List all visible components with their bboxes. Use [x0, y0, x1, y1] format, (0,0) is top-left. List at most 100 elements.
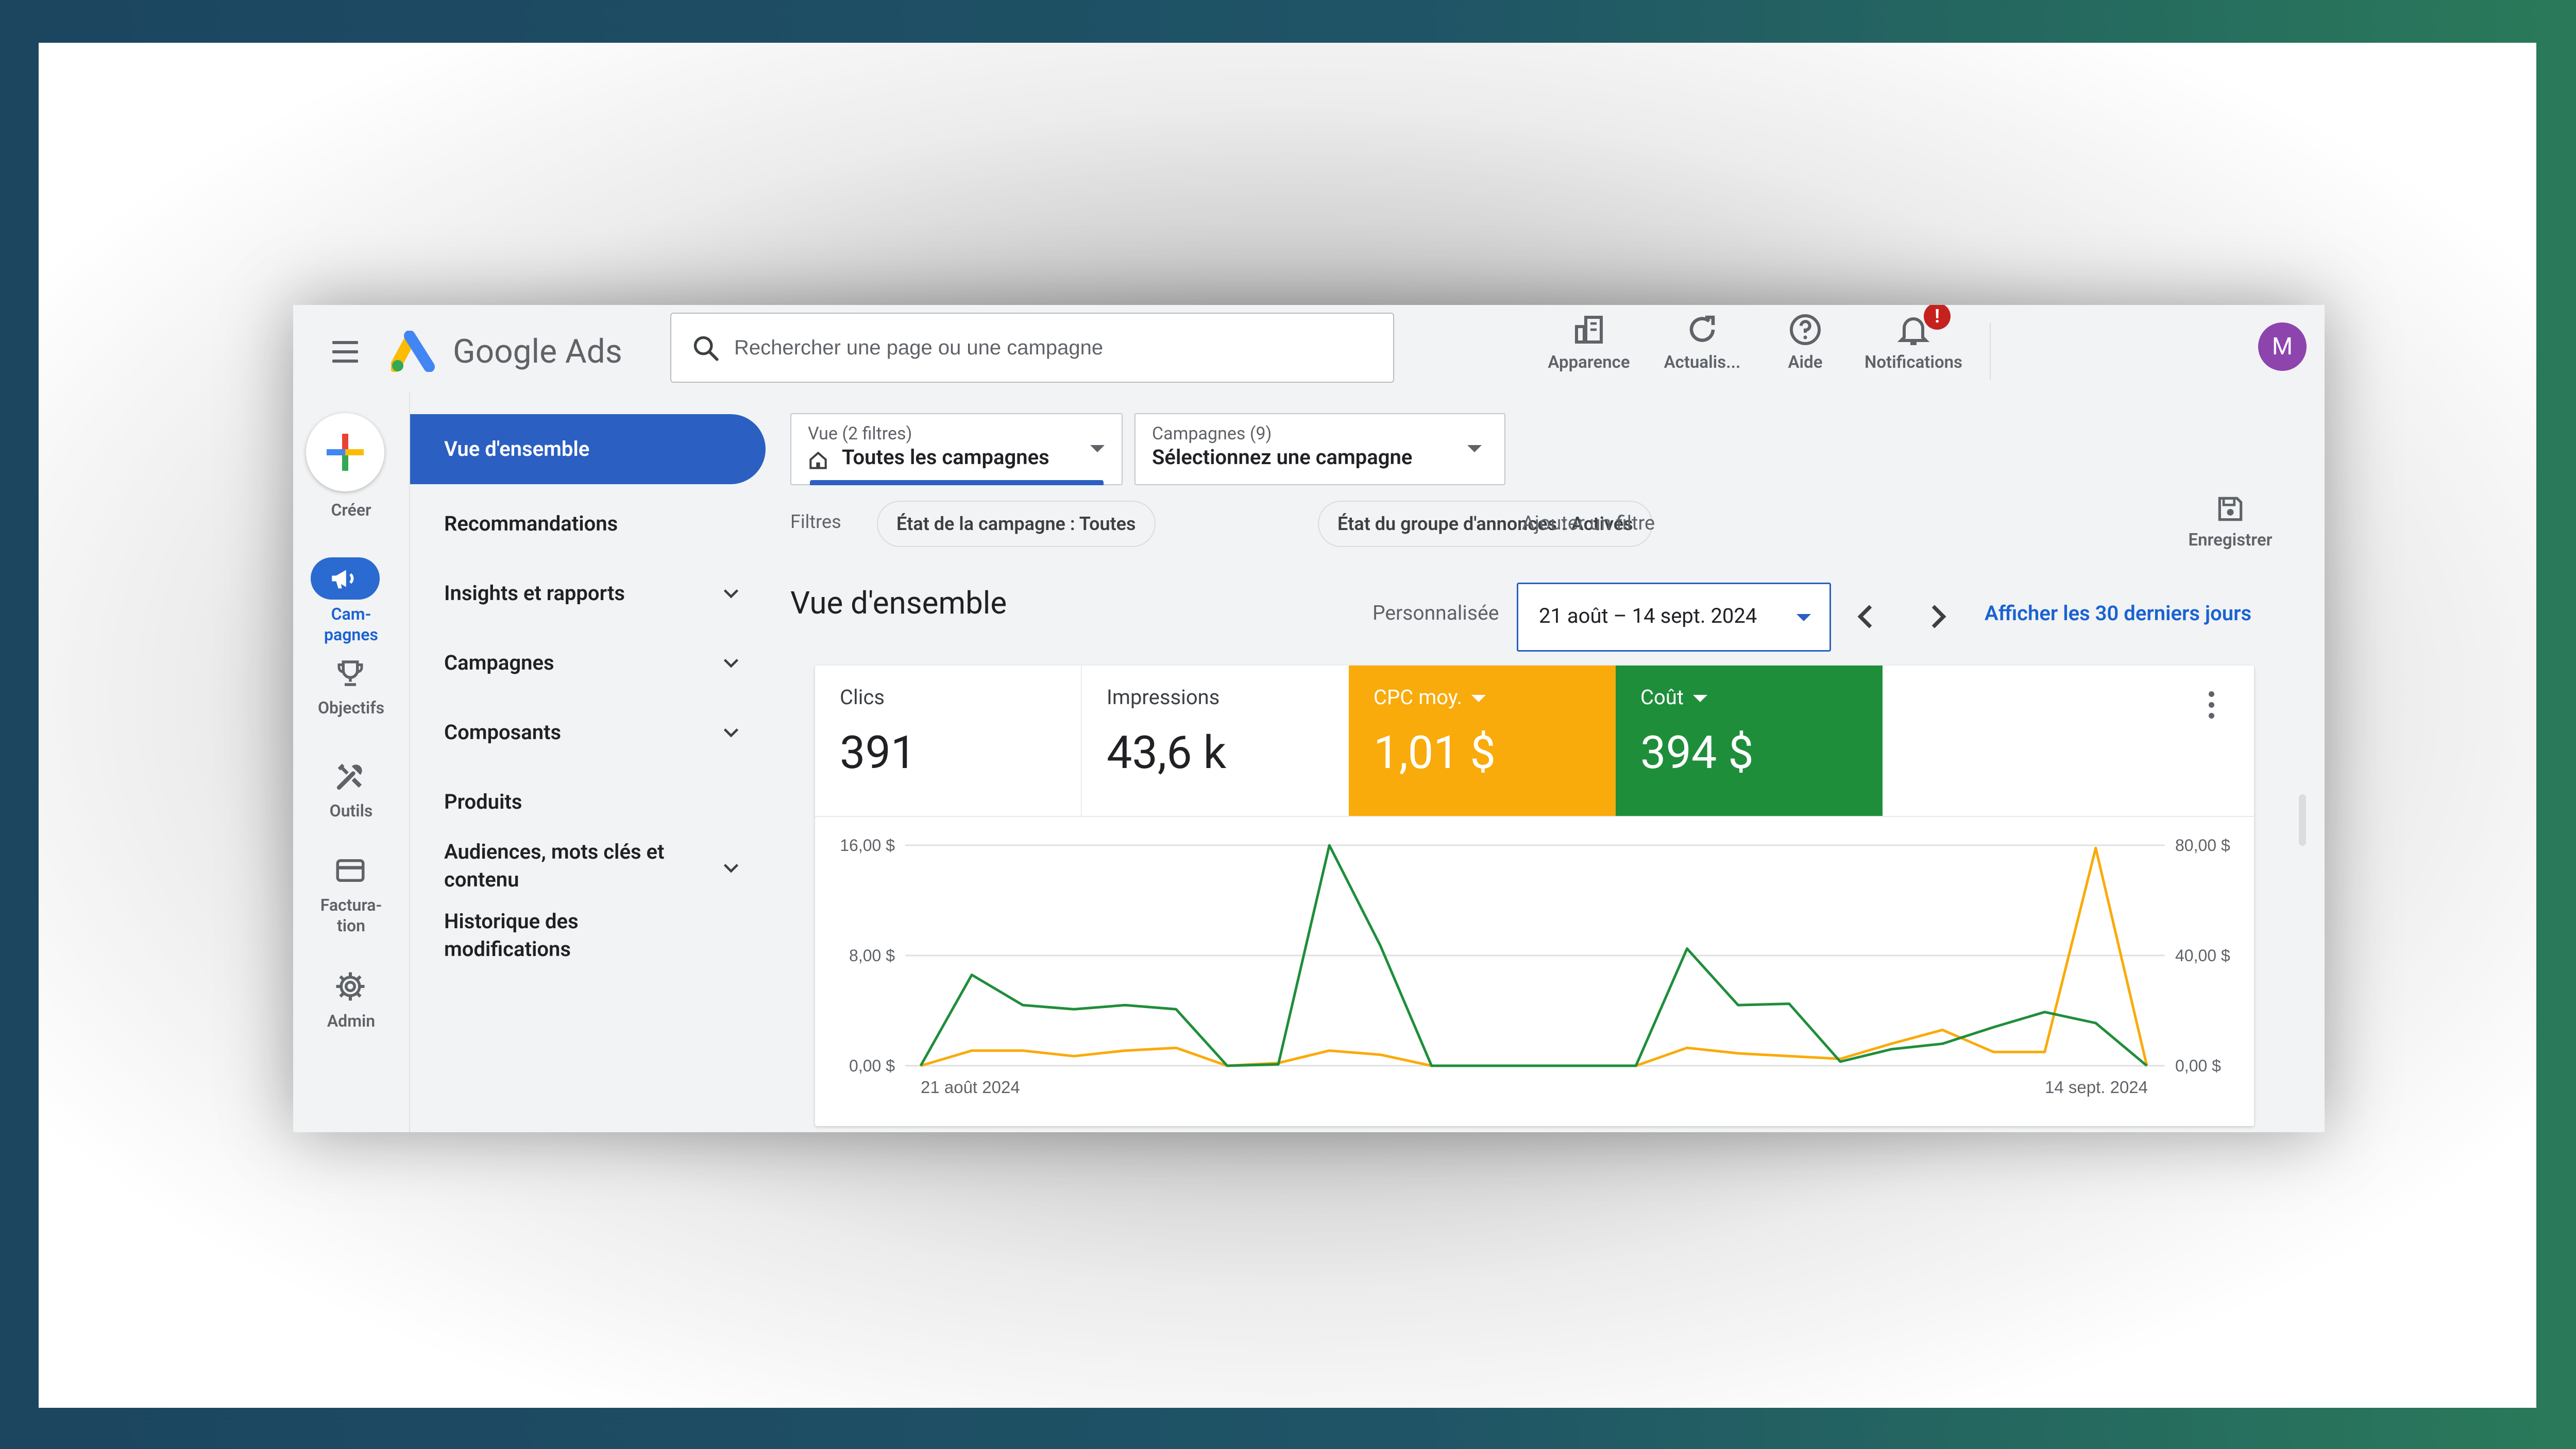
- refresh-icon: [1689, 315, 1715, 342]
- metric-label: Clics: [840, 685, 885, 709]
- trophy-icon: [337, 660, 363, 686]
- y-left-tick-label: 8,00 $: [849, 946, 895, 965]
- metric-impressions[interactable]: Impressions 43,6 k: [1082, 666, 1349, 816]
- billing-rail-button[interactable]: Factura- tion: [293, 854, 409, 941]
- refresh-label: Actualis...: [1664, 352, 1741, 372]
- chevron-down-icon: [723, 728, 739, 738]
- metric-label: CPC moy.: [1374, 685, 1486, 709]
- campaigns-rail-label: Cam- pagnes: [324, 604, 378, 644]
- sidebar-item-products[interactable]: Produits: [410, 774, 766, 830]
- next-period-button[interactable]: [1916, 596, 1957, 637]
- sidebar-item-label: Insights et rapports: [444, 581, 625, 605]
- metric-label-text: Coût: [1640, 685, 1684, 709]
- main-content: Vue (2 filtres) Toutes les campagnes Cam…: [790, 393, 2325, 1132]
- tools-icon: [336, 763, 362, 790]
- campaigns-rail-button[interactable]: [311, 557, 380, 600]
- x-end-label: 14 sept. 2024: [2045, 1078, 2148, 1097]
- chevron-down-icon: [723, 589, 739, 599]
- metric-cost[interactable]: Coût 394 $: [1616, 666, 1883, 816]
- refresh-button[interactable]: Actualis...: [1664, 305, 1741, 393]
- notifications-button[interactable]: Notifications !: [1859, 305, 1968, 393]
- view-dropdown-value: Toutes les campagnes: [842, 445, 1049, 469]
- sidebar-item-label: Historique des modifications: [444, 909, 579, 961]
- top-header: Google Ads Apparence Actualis...: [293, 305, 2325, 393]
- help-label: Aide: [1788, 352, 1823, 372]
- date-range-value: 21 août – 14 sept. 2024: [1539, 604, 1757, 628]
- gear-icon: [336, 972, 365, 1001]
- metric-value: 394 $: [1640, 726, 1754, 779]
- plus-icon: [327, 434, 364, 471]
- sidebar-item-campaigns[interactable]: Campagnes: [410, 635, 766, 691]
- y-left-tick-label: 0,00 $: [849, 1056, 895, 1075]
- date-range-picker[interactable]: 21 août – 14 sept. 2024: [1517, 583, 1831, 652]
- x-start-label: 21 août 2024: [921, 1078, 1020, 1097]
- megaphone-icon: [332, 570, 354, 589]
- notifications-label: Notifications: [1864, 352, 1963, 372]
- sidebar-item-change-history[interactable]: Historique des modifications: [410, 908, 766, 969]
- search-icon: [693, 336, 719, 361]
- caret-down-icon: [1471, 695, 1486, 703]
- campaign-dropdown[interactable]: Campagnes (9) Sélectionnez une campagne: [1134, 413, 1505, 485]
- filters-label: Filtres: [790, 511, 841, 533]
- billing-label: Factura- tion: [320, 895, 382, 935]
- more-options-icon[interactable]: [2201, 687, 2222, 723]
- google-ads-logo[interactable]: Google Ads: [391, 328, 622, 374]
- metric-value: 1,01 $: [1374, 726, 1496, 779]
- save-button[interactable]: Enregistrer: [2181, 493, 2279, 550]
- chevron-down-icon: [723, 659, 739, 668]
- left-rail: Créer Cam- pagnes Objectifs Outils Factu…: [293, 393, 409, 1132]
- metric-clicks[interactable]: Clics 391: [815, 666, 1082, 816]
- y-left-tick-label: 16,00 $: [840, 836, 895, 855]
- previous-period-button[interactable]: [1846, 596, 1888, 637]
- notification-badge: !: [1924, 305, 1951, 330]
- admin-rail-button[interactable]: Admin: [293, 969, 409, 1047]
- appearance-button[interactable]: Apparence: [1548, 305, 1630, 393]
- search-input[interactable]: [733, 329, 1353, 366]
- sidebar-item-label: Recommandations: [444, 512, 618, 536]
- metric-label: Coût: [1640, 685, 1707, 709]
- line-chart: 0,00 $ 0,00 $ 8,00 $ 40,00 $ 16,00 $ 80,00 $ 2…: [840, 836, 2230, 1097]
- metric-label-text: CPC moy.: [1374, 685, 1463, 709]
- menu-icon[interactable]: [323, 332, 364, 373]
- appearance-icon: [1575, 316, 1603, 344]
- chevron-right-icon: [1931, 605, 1946, 628]
- scrollbar[interactable]: [2299, 794, 2306, 846]
- performance-card: Clics 391 Impressions 43,6 k CPC moy. 1,…: [815, 666, 2254, 1126]
- sidebar-item-recommendations[interactable]: Recommandations: [410, 496, 766, 552]
- sidebar-item-label: Composants: [444, 720, 562, 744]
- tools-rail-button[interactable]: Outils: [293, 759, 409, 837]
- google-ads-logo-icon: [391, 331, 435, 372]
- view-dropdown-underline: [810, 480, 1104, 485]
- chevron-down-icon: [723, 864, 739, 873]
- campaign-dropdown-caption: Campagnes (9): [1152, 423, 1272, 444]
- add-filter-link[interactable]: Ajouter un filtre: [1522, 512, 1655, 535]
- home-icon: [809, 451, 827, 469]
- sidebar-item-assets[interactable]: Composants: [410, 704, 766, 761]
- caret-down-icon: [1797, 614, 1811, 621]
- sidebar-item-label: Vue d'ensemble: [444, 437, 590, 461]
- chevron-left-icon: [1857, 605, 1872, 628]
- metric-avg-cpc[interactable]: CPC moy. 1,01 $: [1349, 666, 1616, 816]
- metric-label: Impressions: [1107, 685, 1220, 709]
- search-bar[interactable]: [670, 313, 1394, 383]
- side-navigation: Vue d'ensemble Recommandations Insights …: [409, 393, 791, 1132]
- y-right-tick-label: 80,00 $: [2175, 836, 2230, 855]
- view-dropdown[interactable]: Vue (2 filtres) Toutes les campagnes: [790, 413, 1123, 485]
- view-dropdown-caption: Vue (2 filtres): [808, 423, 912, 444]
- create-label: Créer: [331, 500, 371, 520]
- objectives-rail-button[interactable]: Objectifs: [293, 656, 409, 734]
- sidebar-item-overview[interactable]: Vue d'ensemble: [410, 414, 766, 484]
- help-button[interactable]: Aide: [1777, 305, 1834, 393]
- last-30-days-link[interactable]: Afficher les 30 derniers jours: [1985, 601, 2251, 625]
- sidebar-item-label: Audiences, mots clés et contenu: [444, 840, 665, 892]
- sidebar-item-audiences[interactable]: Audiences, mots clés et contenu: [410, 838, 766, 900]
- sidebar-item-insights[interactable]: Insights et rapports: [410, 565, 766, 622]
- avatar[interactable]: M: [2258, 322, 2307, 371]
- sidebar-item-label: Campagnes: [444, 651, 554, 675]
- admin-label: Admin: [327, 1011, 376, 1031]
- caret-down-icon: [1692, 695, 1707, 703]
- filter-chip-campaign-status[interactable]: État de la campagne : Toutes: [877, 501, 1156, 547]
- save-icon: [2218, 497, 2243, 521]
- caret-down-icon: [1467, 445, 1482, 452]
- create-button[interactable]: [306, 413, 384, 491]
